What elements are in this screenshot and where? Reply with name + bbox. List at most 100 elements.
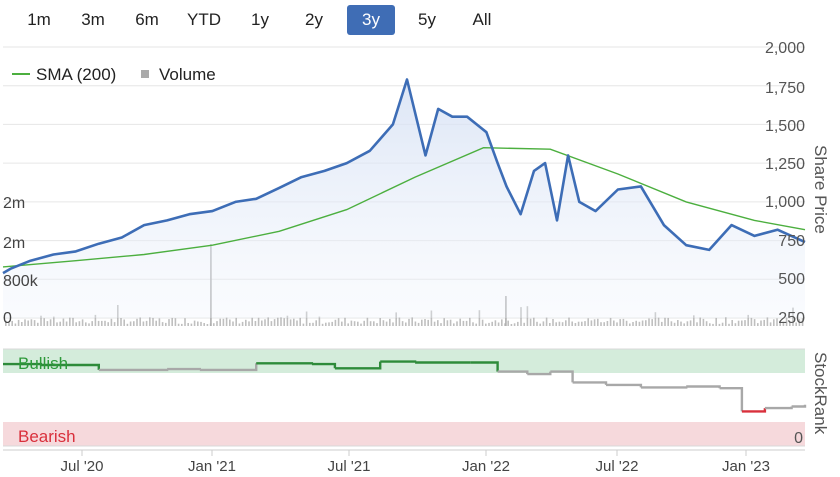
volume-bar (571, 321, 573, 326)
volume-bar (334, 319, 337, 326)
stockrank-segment (719, 387, 744, 412)
volume-bar (104, 320, 106, 326)
volume-bar (632, 322, 634, 326)
volume-bar (177, 323, 180, 326)
volume-bar (30, 319, 33, 326)
volume-bar (549, 323, 551, 326)
volume-bar (261, 320, 263, 326)
stockrank-segment (256, 362, 314, 365)
volume-bar (382, 320, 385, 326)
volume-bar (472, 322, 474, 326)
volume-bar (501, 319, 503, 326)
volume-bar (225, 317, 228, 326)
volume-bar (552, 319, 554, 326)
price-chart: 2,000 1,750 1,500 1,250 1,000 750 500 25… (2, 40, 830, 475)
volume-bar (769, 322, 772, 326)
volume-bar (273, 319, 276, 326)
volume-bar (296, 320, 298, 326)
volume-bar (120, 318, 122, 326)
volume-bar (641, 320, 644, 326)
volume-bar (734, 323, 737, 326)
volume-bar (686, 321, 689, 326)
volume-bar (184, 318, 186, 326)
x-tick-label: Jul '21 (328, 458, 371, 475)
volume-bar (373, 321, 375, 326)
volume-bar (619, 319, 621, 326)
volume-bar (629, 323, 631, 326)
stockrank-segment (741, 408, 767, 413)
volume-bar (350, 320, 353, 326)
volume-bar (558, 321, 561, 326)
volume-bar (49, 319, 52, 326)
volume-bar (293, 318, 295, 326)
volume-bar (81, 319, 84, 326)
volume-bar (142, 321, 145, 326)
volume-bar (577, 321, 580, 326)
stockrank-segment (572, 381, 608, 385)
bearish-label: Bearish (18, 427, 76, 446)
price-tick-label: 1,250 (765, 156, 805, 173)
sma-legend-label[interactable]: SMA (200) (36, 65, 116, 84)
volume-bar (401, 321, 404, 326)
volume-bar (533, 317, 535, 326)
volume-bar (27, 320, 29, 326)
volume-bar (289, 319, 292, 326)
price-tick-label: 500 (778, 271, 805, 288)
volume-bar (123, 319, 125, 326)
volume-bar (283, 318, 285, 326)
volume-bar (437, 320, 439, 326)
volume-bar (75, 322, 77, 326)
x-tick-label: Jul '20 (61, 458, 104, 475)
stockrank-axis-title: StockRank (811, 352, 830, 435)
volume-bar (53, 316, 55, 326)
volume-tick-label: 800k (3, 273, 39, 290)
volume-bar (440, 323, 442, 326)
volume-bar (542, 321, 545, 326)
volume-bar (331, 321, 333, 326)
volume-bar (165, 322, 167, 326)
volume-tick-label: 2m (3, 195, 25, 212)
volume-bar (645, 320, 647, 326)
volume-bar (635, 320, 637, 326)
volume-bar (721, 322, 724, 326)
volume-bar (424, 319, 426, 326)
volume-bar (446, 320, 449, 326)
volume-bar (62, 318, 65, 326)
volume-bar (411, 317, 413, 326)
volume-bar (677, 320, 679, 326)
volume-bar (337, 318, 340, 326)
volume-bar (321, 323, 324, 326)
volume-bar (222, 318, 225, 326)
volume-bar (469, 317, 471, 326)
volume-bar (613, 320, 615, 326)
volume-bar (126, 323, 129, 326)
volume-bar (462, 320, 465, 326)
stockrank-segment (550, 370, 574, 383)
volume-bar (65, 321, 68, 326)
volume-tick-label: 2m (3, 235, 25, 252)
volume-bar (728, 323, 730, 326)
volume-legend-label[interactable]: Volume (159, 65, 216, 84)
volume-bar (341, 321, 343, 326)
volume-bar (315, 320, 317, 326)
volume-bar (171, 317, 173, 326)
volume-bar (565, 320, 567, 326)
volume-bar (219, 318, 221, 326)
price-tick-label: 1,000 (765, 194, 805, 211)
volume-bar (603, 322, 605, 326)
volume-bar (302, 323, 305, 326)
volume-bar (670, 321, 673, 326)
volume-bar (750, 317, 753, 326)
volume-bar (353, 321, 356, 326)
volume-bar (491, 321, 493, 326)
volume-bar (481, 319, 484, 326)
volume-bar (85, 322, 87, 326)
volume-bar (683, 323, 685, 326)
volume-bar (622, 318, 625, 326)
volume-bar (475, 323, 477, 326)
stockrank-segment (640, 386, 688, 389)
volume-bar (616, 322, 618, 326)
volume-bar (587, 318, 589, 326)
stockrank-segment (167, 367, 201, 371)
volume-bar (529, 318, 532, 326)
